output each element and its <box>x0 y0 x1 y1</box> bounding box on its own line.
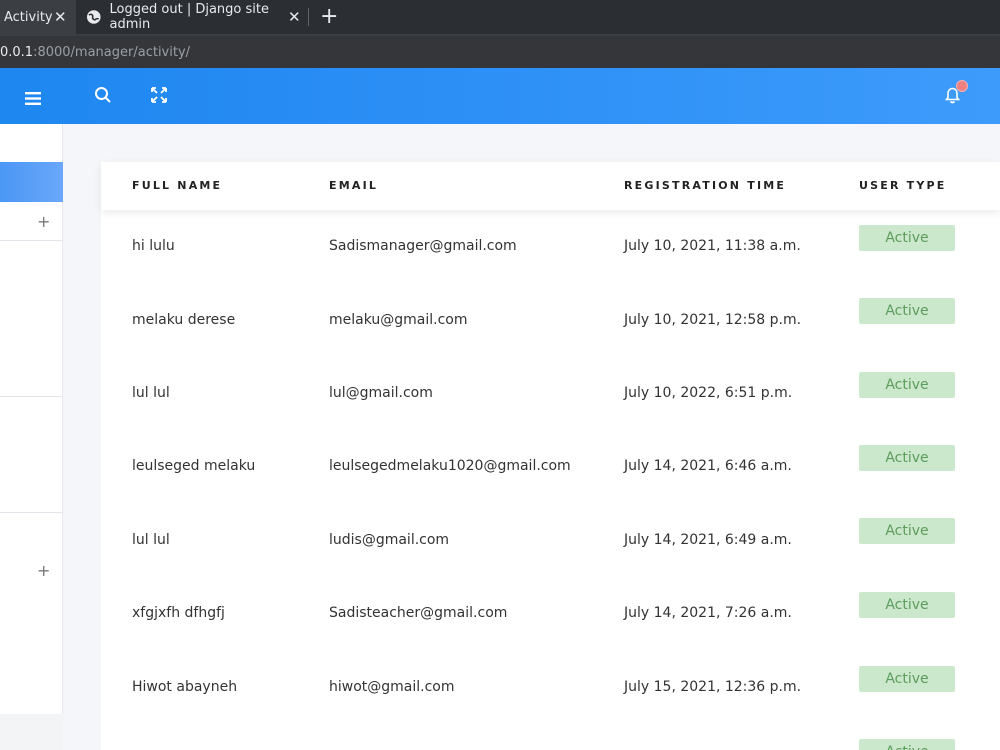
cell-registration-time: July 14, 2021, 7:26 a.m. <box>624 605 792 621</box>
cell-name: melaku derese <box>132 312 236 328</box>
status-badge[interactable]: Active <box>859 298 955 324</box>
sidebar-divider <box>0 512 63 513</box>
cell-email: Sadismanager@gmail.com <box>329 238 517 254</box>
cell-registration-time: July 14, 2021, 6:49 a.m. <box>624 532 792 548</box>
address-bar[interactable]: 0.0.1:8000/manager/activity/ <box>0 34 1000 68</box>
cell-name: lul lul <box>132 532 170 548</box>
cell-email: melaku@gmail.com <box>329 312 468 328</box>
sidebar-divider <box>0 396 63 397</box>
cell-registration-time: July 10, 2021, 11:38 a.m. <box>624 238 801 254</box>
sidebar-divider <box>0 240 63 241</box>
status-badge[interactable]: Active <box>859 518 955 544</box>
tab-label: Logged out | Django site admin <box>109 2 269 32</box>
cell-email: leulsegedmelaku1020@gmail.com <box>329 458 571 474</box>
menu-icon[interactable] <box>25 92 41 105</box>
cell-name: leulseged melaku <box>132 458 256 474</box>
status-badge[interactable]: Active <box>859 372 955 398</box>
table-row[interactable]: lul lul ludis@gmail.com July 14, 2021, 6… <box>101 503 1000 576</box>
table-row[interactable]: Active <box>101 723 1000 750</box>
cell-name: hi lulu <box>132 238 175 254</box>
url-path: :8000/manager/activity/ <box>33 45 191 60</box>
status-badge[interactable]: Active <box>859 739 955 750</box>
table-row[interactable]: hi lulu Sadismanager@gmail.com July 10, … <box>101 210 1000 283</box>
cell-name: Hiwot abayneh <box>132 679 238 695</box>
cell-registration-time: July 10, 2022, 6:51 p.m. <box>624 385 793 401</box>
cell-email: ludis@gmail.com <box>329 532 450 548</box>
new-tab-icon[interactable]: + <box>320 4 338 29</box>
cell-name: xfgjxfh dfhgfj <box>132 605 225 621</box>
cell-registration-time: July 10, 2021, 12:58 p.m. <box>624 312 802 328</box>
table-row[interactable]: xfgjxfh dfhgfj Sadisteacher@gmail.com Ju… <box>101 577 1000 650</box>
globe-icon <box>86 10 101 24</box>
table-row[interactable]: melaku derese melaku@gmail.com July 10, … <box>101 283 1000 356</box>
cell-name: lul lul <box>132 385 170 401</box>
cell-registration-time: July 14, 2021, 6:46 a.m. <box>624 458 792 474</box>
cell-email: hiwot@gmail.com <box>329 679 455 695</box>
plus-icon[interactable]: + <box>37 561 50 580</box>
column-header-registration-time[interactable]: REGISTRATION TIME <box>624 179 786 192</box>
tab-activity[interactable]: Activity ✕ <box>0 0 76 34</box>
column-header-full-name[interactable]: FULL NAME <box>132 179 222 192</box>
close-icon[interactable]: ✕ <box>288 8 301 26</box>
status-badge[interactable]: Active <box>859 445 955 471</box>
browser-tab-bar: Activity ✕ Logged out | Django site admi… <box>0 0 1000 34</box>
column-header-user-type[interactable]: USER TYPE <box>859 179 947 192</box>
table-row[interactable]: Hiwot abayneh hiwot@gmail.com July 15, 2… <box>101 650 1000 723</box>
sidebar-footer <box>0 714 63 750</box>
search-icon[interactable] <box>94 86 112 104</box>
url-host: 0.0.1 <box>0 45 34 60</box>
sidebar-item-active[interactable] <box>0 162 63 202</box>
notification-dot <box>956 80 968 92</box>
table-row[interactable]: lul lul lul@gmail.com July 10, 2022, 6:5… <box>101 356 1000 429</box>
cell-email: lul@gmail.com <box>329 385 433 401</box>
table-row[interactable]: leulseged melaku leulsegedmelaku1020@gma… <box>101 430 1000 503</box>
table-header: FULL NAME EMAIL REGISTRATION TIME USER T… <box>101 162 1000 210</box>
status-badge[interactable]: Active <box>859 225 955 251</box>
status-badge[interactable]: Active <box>859 666 955 692</box>
status-badge[interactable]: Active <box>859 592 955 618</box>
plus-icon[interactable]: + <box>37 212 50 231</box>
tab-label: Activity <box>4 9 53 25</box>
tab-separator <box>308 8 309 26</box>
tab-django-admin[interactable]: Logged out | Django site admin ✕ <box>76 0 308 34</box>
column-header-email[interactable]: EMAIL <box>329 179 378 192</box>
close-icon[interactable]: ✕ <box>54 8 67 26</box>
fullscreen-icon[interactable] <box>151 87 167 103</box>
activity-table: FULL NAME EMAIL REGISTRATION TIME USER T… <box>101 162 1000 750</box>
cell-email: Sadisteacher@gmail.com <box>329 605 508 621</box>
url-text[interactable]: 0.0.1:8000/manager/activity/ <box>0 45 190 60</box>
app-header <box>0 68 1000 124</box>
cell-registration-time: July 15, 2021, 12:36 p.m. <box>624 679 802 695</box>
sidebar: + + <box>0 124 63 750</box>
